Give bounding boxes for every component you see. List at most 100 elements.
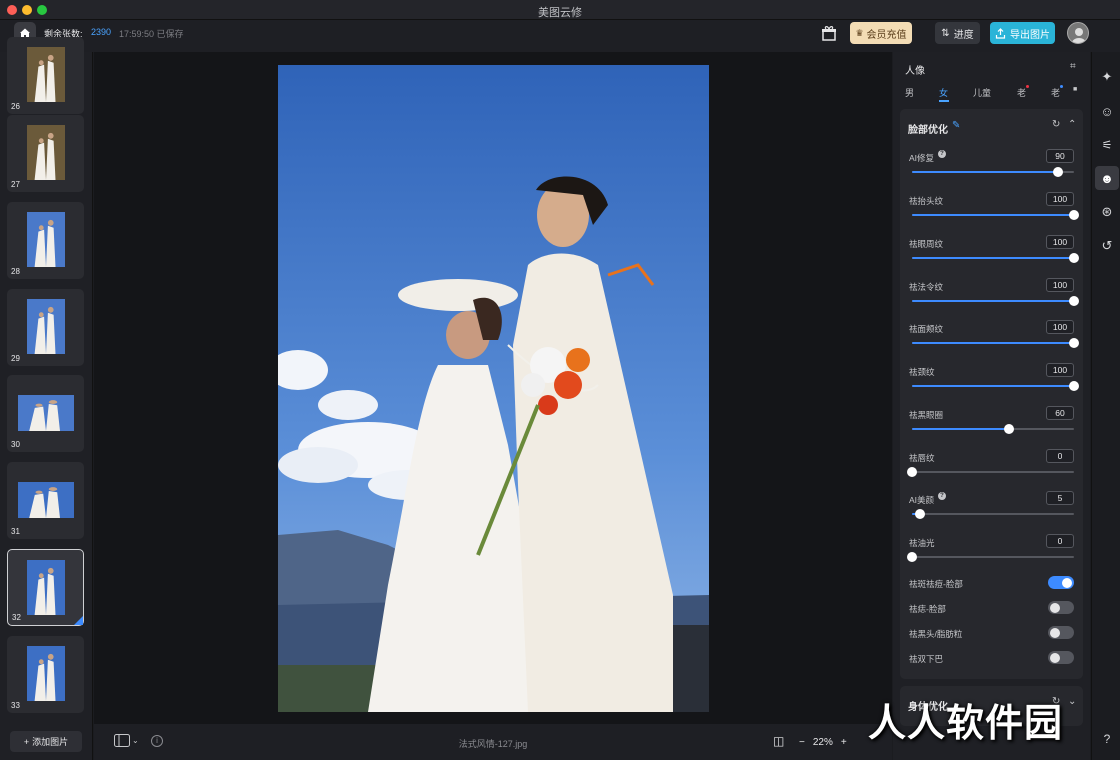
slider-label: 祛抬头纹 <box>909 196 944 206</box>
chevron-up-icon[interactable]: ⌃ <box>1068 119 1076 130</box>
slider-track[interactable] <box>912 210 1079 220</box>
vip-recharge-button[interactable]: ♛ 会员充值 <box>850 22 912 44</box>
help-circle-icon[interactable]: ? <box>938 150 946 158</box>
thumbnail-number: 26 <box>11 102 20 111</box>
ai-sparkle-icon[interactable]: ✦ <box>1098 68 1116 86</box>
thumbnail-card[interactable]: 26 <box>7 37 84 114</box>
portrait-icon[interactable]: ☻ <box>1095 166 1119 190</box>
slider-track[interactable] <box>912 296 1079 306</box>
tool-strip: ✦ ☺ ⚟ ☻ ⊛ ↺ ? <box>1091 52 1120 760</box>
thumbnail-card[interactable]: 30 <box>7 375 84 452</box>
slider-value-input[interactable]: 100 <box>1046 192 1074 206</box>
adjust-sliders-icon[interactable]: ⚟ <box>1098 136 1116 154</box>
slider-handle[interactable] <box>1069 210 1079 220</box>
wedding-photo <box>278 65 709 712</box>
slider-value-input[interactable]: 60 <box>1046 406 1074 420</box>
slider-label: AI美颜 <box>909 495 935 505</box>
help-circle-icon[interactable]: ? <box>938 492 946 500</box>
thumbnail-card[interactable]: 27 <box>7 115 84 192</box>
slider-value-input[interactable]: 5 <box>1046 491 1074 505</box>
slider-track[interactable] <box>912 338 1079 348</box>
selected-corner-icon <box>74 616 83 625</box>
new-dot-badge <box>1026 85 1029 88</box>
gift-icon[interactable] <box>820 24 838 42</box>
thumbnail-card[interactable]: 33 <box>7 636 84 713</box>
slider-handle[interactable] <box>907 467 917 477</box>
tab-child[interactable]: 儿童 <box>973 86 991 99</box>
slider-value-input[interactable]: 0 <box>1046 534 1074 548</box>
reset-icon[interactable]: ↻ <box>1052 119 1060 130</box>
thumbnail-image <box>26 212 65 267</box>
history-icon[interactable]: ↺ <box>1098 237 1116 255</box>
parameter-panel: 人像 ⌗ 男 女 儿童 老 老 ■ 脸部优化 ✎ ↻ ⌃ AI修复? 90 祛抬头纹… <box>893 52 1090 760</box>
slider-track[interactable] <box>912 424 1074 434</box>
tab-elder-1[interactable]: 老 <box>1017 86 1026 99</box>
upload-icon <box>995 27 1006 39</box>
thumbnail-card[interactable]: 29 <box>7 289 84 366</box>
slider-handle[interactable] <box>1069 381 1079 391</box>
toggle-knob <box>1050 627 1060 638</box>
toggle-switch[interactable] <box>1048 651 1074 664</box>
active-tab-indicator <box>939 100 949 102</box>
slider-track[interactable] <box>912 509 1074 519</box>
slider-handle[interactable] <box>907 552 917 562</box>
vip-label: 会员充值 <box>866 29 907 41</box>
face-beauty-icon[interactable]: ☺ <box>1098 102 1116 120</box>
thumbnail-image <box>26 125 65 180</box>
thumbnail-card[interactable]: 31 <box>7 462 84 539</box>
toggle-switch[interactable] <box>1048 576 1074 589</box>
slider-value-input[interactable]: 0 <box>1046 449 1074 463</box>
top-toolbar: 剩余张数: 2390 17:59:50 已保存 ♛ 会员充值 ⇅ 进度 导出图片 <box>0 20 1120 52</box>
thumbnail-panel: 26 27 28 29 30 31 32 33 + 添加图片 <box>0 37 93 760</box>
thumbnail-card[interactable]: 32 <box>7 549 84 626</box>
add-image-button[interactable]: + 添加图片 <box>10 731 82 752</box>
export-label: 导出图片 <box>1010 29 1050 41</box>
slider-value-input[interactable]: 100 <box>1046 235 1074 249</box>
export-button[interactable]: 导出图片 <box>990 22 1055 44</box>
slider-handle[interactable] <box>1069 338 1079 348</box>
toggle-switch[interactable] <box>1048 601 1074 614</box>
zoom-out-button[interactable]: − <box>799 737 805 748</box>
slider-track[interactable] <box>912 381 1079 391</box>
thumbnail-number: 28 <box>11 267 20 276</box>
slider-track[interactable] <box>907 467 1074 477</box>
slider-track[interactable] <box>912 253 1079 263</box>
slider-track[interactable] <box>912 167 1074 177</box>
focus-icon[interactable]: ⌗ <box>1070 61 1076 72</box>
slider-value-input[interactable]: 100 <box>1046 363 1074 377</box>
slider-label: 祛法令纹 <box>909 282 944 292</box>
zoom-in-button[interactable]: + <box>841 737 847 748</box>
slider-value-input[interactable]: 90 <box>1046 149 1074 163</box>
bottom-bar: ⌄ i 法式风情-127.jpg ◫ − 22% + <box>94 724 892 760</box>
slider-label: 祛唇纹 <box>909 453 935 463</box>
thumbnail-card[interactable]: 28 <box>7 202 84 279</box>
tab-elder-2[interactable]: 老 <box>1051 86 1060 99</box>
slider-handle[interactable] <box>1052 167 1063 177</box>
avatar[interactable] <box>1067 22 1089 44</box>
toggle-switch[interactable] <box>1048 626 1074 639</box>
slider-fill <box>912 300 1074 302</box>
slider-fill <box>912 342 1074 344</box>
thumbnail-image <box>17 482 74 518</box>
canvas[interactable] <box>94 52 892 724</box>
slider-track[interactable] <box>907 552 1074 562</box>
color-icon[interactable]: ⊛ <box>1098 203 1116 221</box>
crown-icon: ♛ <box>855 27 864 38</box>
slider-handle[interactable] <box>915 509 926 519</box>
compare-icon[interactable]: ◫ <box>773 734 784 748</box>
tab-male[interactable]: 男 <box>905 86 914 99</box>
progress-button[interactable]: ⇅ 进度 <box>935 22 980 44</box>
slider-label: AI修复 <box>909 153 935 163</box>
edit-pencil-icon[interactable]: ✎ <box>952 120 960 131</box>
chevron-down-icon[interactable]: ⌄ <box>1068 696 1076 707</box>
help-icon[interactable]: ? <box>1098 730 1116 748</box>
slider-handle[interactable] <box>1069 253 1079 263</box>
slider-value-input[interactable]: 100 <box>1046 278 1074 292</box>
slider-fill <box>912 257 1074 259</box>
slider-handle[interactable] <box>1069 296 1079 306</box>
thumbnail-number: 33 <box>11 701 20 710</box>
slider-label: 祛油光 <box>909 538 935 548</box>
slider-value-input[interactable]: 100 <box>1046 320 1074 334</box>
slider-handle[interactable] <box>1004 424 1015 434</box>
tab-female[interactable]: 女 <box>939 86 948 99</box>
